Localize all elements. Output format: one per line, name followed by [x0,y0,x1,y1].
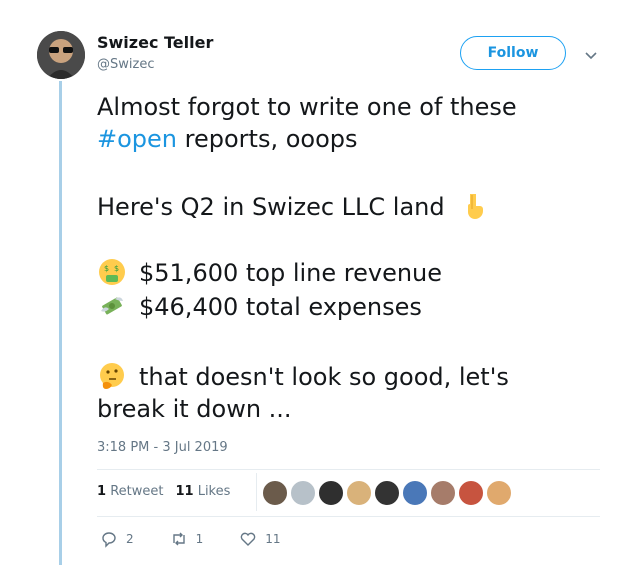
tweet-line-2-rest: reports, ooops [177,125,358,153]
liker-avatar[interactable] [318,480,344,506]
liker-avatar[interactable] [486,480,512,506]
svg-text:$: $ [104,264,109,273]
tweet-line-1: Almost forgot to write one of these [97,93,517,121]
follow-button[interactable]: Follow [460,36,566,70]
like-button[interactable]: 11 [239,530,281,548]
thinking-face-emoji [97,361,127,391]
retweet-count: 1 [195,532,204,546]
tweet-stats: 1 Retweet 11 Likes [97,484,242,499]
tweet-line-2: #open reports, ooops [97,123,617,155]
like-count: 11 [265,532,281,546]
revenue-line: $ $ $51,600 top line revenue [97,257,617,289]
likes-count: 11 [175,484,194,499]
avatar[interactable] [37,31,85,79]
author-handle[interactable]: @Swizec [97,57,154,72]
money-mouth-emoji: $ $ [97,257,127,287]
tweet-line-3-text: Here's Q2 in Swizec LLC land [97,193,445,221]
heart-icon [241,532,256,546]
thread-line [59,81,62,565]
revenue-text: $51,600 top line revenue [139,259,443,287]
expenses-text: $46,400 total expenses [139,293,422,321]
tweet-line-6: that doesn't look so good, let's [97,361,617,393]
chevron-down-icon[interactable] [584,46,598,60]
liker-avatar[interactable] [374,480,400,506]
liker-avatar[interactable] [458,480,484,506]
stats-separator [256,473,257,511]
expenses-line: $46,400 total expenses [97,291,617,323]
tweet-line-6-text: that doesn't look so good, let's [139,363,509,391]
author-name[interactable]: Swizec Teller [97,33,213,52]
tweet-line-7: break it down ... [97,395,292,423]
liker-avatars [262,480,514,506]
retweet-label: Retweet [110,484,164,499]
liker-avatar[interactable] [402,480,428,506]
liker-avatar[interactable] [430,480,456,506]
retweet-icon [172,532,185,546]
retweet-button[interactable]: 1 [170,530,204,548]
pointing-down-emoji [459,191,489,221]
tweet-actions: 2 1 11 [100,530,317,548]
liker-avatar[interactable] [346,480,372,506]
hashtag-link[interactable]: #open [97,125,177,153]
money-wings-emoji [97,291,127,321]
liker-avatar[interactable] [262,480,288,506]
reply-count: 2 [126,532,134,546]
timestamp[interactable]: 3:18 PM - 3 Jul 2019 [97,440,228,455]
tweet-line-3: Here's Q2 in Swizec LLC land [97,191,617,223]
retweet-count: 1 [97,484,107,499]
reply-icon [102,532,116,548]
retweet-stat[interactable]: 1 Retweet [97,484,163,499]
svg-text:$: $ [114,264,119,273]
divider-bottom [97,516,600,517]
divider-top [97,469,600,470]
likes-stat[interactable]: 11 Likes [175,484,230,499]
reply-button[interactable]: 2 [100,530,134,548]
likes-label: Likes [197,484,231,499]
liker-avatar[interactable] [290,480,316,506]
